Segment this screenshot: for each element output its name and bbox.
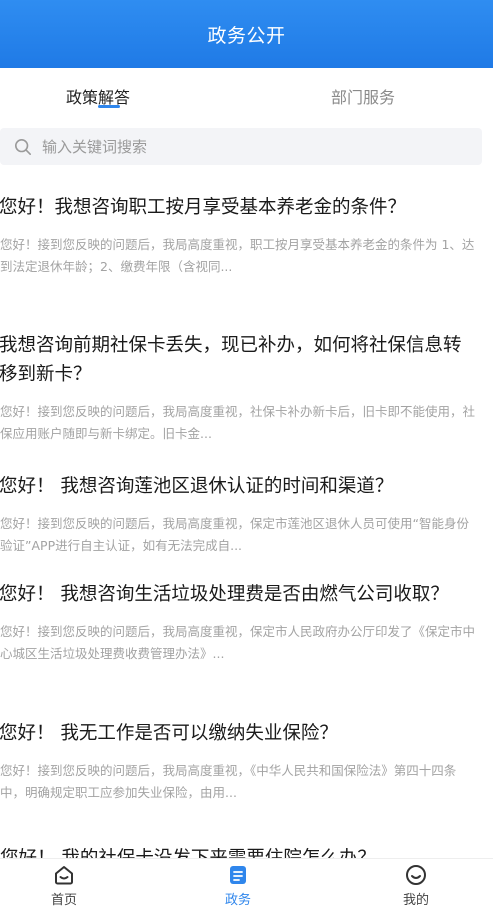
smile-icon — [406, 865, 426, 885]
item-summary: 您好！接到您反映的问题后，我局高度重视，保定市人民政府办公厅印发了《保定市中心城… — [0, 624, 476, 661]
nav-home-label: 首页 — [50, 893, 77, 908]
search-icon — [14, 138, 32, 155]
item-title: 您好！ 我想咨询莲池区退休认证的时间和渠道？ — [0, 476, 394, 497]
item-title: 您好！ 我无工作是否可以缴纳失业保险？ — [0, 723, 338, 744]
active-tab-indicator — [98, 105, 120, 108]
list-item[interactable]: 您好！ 我想咨询生活垃圾处理费是否由燃气公司收取？ 您好！接到您反映的问题后，我… — [0, 580, 482, 665]
tab-bar: 政策解答 部门服务 — [0, 68, 493, 120]
search-bar[interactable] — [0, 128, 482, 165]
search-input[interactable] — [40, 136, 464, 157]
nav-mine-label: 我的 — [402, 893, 429, 908]
page-title: 政务公开 — [207, 24, 286, 47]
item-title: 我想咨询前期社保卡丢失，现已补办，如何将社保信息转移到新卡？ — [0, 335, 462, 385]
nav-home[interactable]: 首页 — [34, 863, 94, 908]
nav-mine[interactable]: 我的 — [386, 863, 446, 908]
affairs-icon — [230, 866, 246, 884]
bottom-navigation: 首页 政务 我的 — [0, 858, 493, 909]
list-item[interactable]: 您好！我想咨询职工按月享受基本养老金的条件？ 您好！接到您反映的问题后，我局高度… — [0, 193, 482, 278]
list-item[interactable]: 我想咨询前期社保卡丢失，现已补办，如何将社保信息转移到新卡？ 您好！接到您反映的… — [0, 331, 482, 445]
item-summary: 您好！接到您反映的问题后，我局高度重视，《中华人民共和国保险法》第四十四条中，明… — [0, 763, 457, 800]
list-item[interactable]: 您好！ 我无工作是否可以缴纳失业保险？ 您好！接到您反映的问题后，我局高度重视，… — [0, 719, 482, 804]
app-header: 政务公开 — [0, 0, 493, 68]
tab-department-services[interactable]: 部门服务 — [331, 84, 395, 108]
nav-affairs[interactable]: 政务 — [208, 863, 268, 908]
home-icon — [55, 866, 73, 885]
item-title: 您好！我想咨询职工按月享受基本养老金的条件？ — [0, 197, 407, 218]
item-title: 您好！ 我想咨询生活垃圾处理费是否由燃气公司收取？ — [0, 584, 449, 605]
nav-affairs-label: 政务 — [224, 893, 251, 908]
item-summary: 您好！接到您反映的问题后，我局高度重视，职工按月享受基本养老金的条件为 1、达到… — [0, 237, 475, 274]
item-summary: 您好！接到您反映的问题后，我局高度重视，社保卡补办新卡后，旧卡即不能使用，社保应… — [0, 404, 476, 441]
list-item[interactable]: 您好！ 我想咨询莲池区退休认证的时间和渠道？ 您好！接到您反映的问题后，我局高度… — [0, 472, 482, 557]
item-summary: 您好！接到您反映的问题后，我局高度重视，保定市莲池区退休人员可使用“智能身份验证… — [0, 516, 469, 553]
